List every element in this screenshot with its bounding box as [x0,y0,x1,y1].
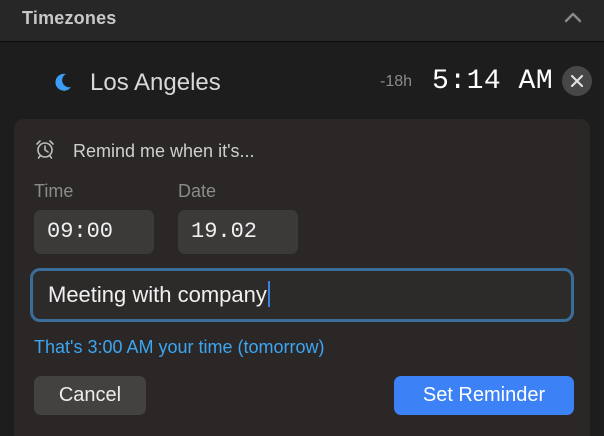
text-cursor [267,281,270,307]
panel-title: Timezones [22,8,117,28]
local-time: 5:14 AM [432,66,554,97]
chevron-up-icon[interactable] [562,9,584,27]
time-field[interactable]: 09:00 [34,210,154,254]
cancel-button[interactable]: Cancel [34,376,146,415]
reminder-card: Remind me when it's... Time Date 09:00 1… [14,119,590,436]
set-reminder-button[interactable]: Set Reminder [394,376,574,415]
close-icon [570,74,584,88]
timezone-row: Los Angeles -18h 5:14 AM [0,42,604,120]
time-label: Time [34,181,74,201]
date-label: Date [178,181,217,201]
alarm-clock-icon [34,138,56,160]
panel-header: Timezones [0,0,604,42]
city-name: Los Angeles [90,69,221,96]
remind-prompt: Remind me when it's... [73,141,255,161]
moon-icon [52,71,74,93]
time-offset: -18h [380,73,413,90]
reminder-message-text: Meeting with company [48,282,267,307]
reminder-message-input[interactable]: Meeting with company [30,268,574,322]
remove-timezone-button[interactable] [562,66,592,96]
converted-time-note: That's 3:00 AM your time (tomorrow) [34,337,325,357]
timezones-panel: Timezones Los Angeles -18h 5:14 AM Remin… [0,0,604,436]
date-field[interactable]: 19.02 [178,210,298,254]
